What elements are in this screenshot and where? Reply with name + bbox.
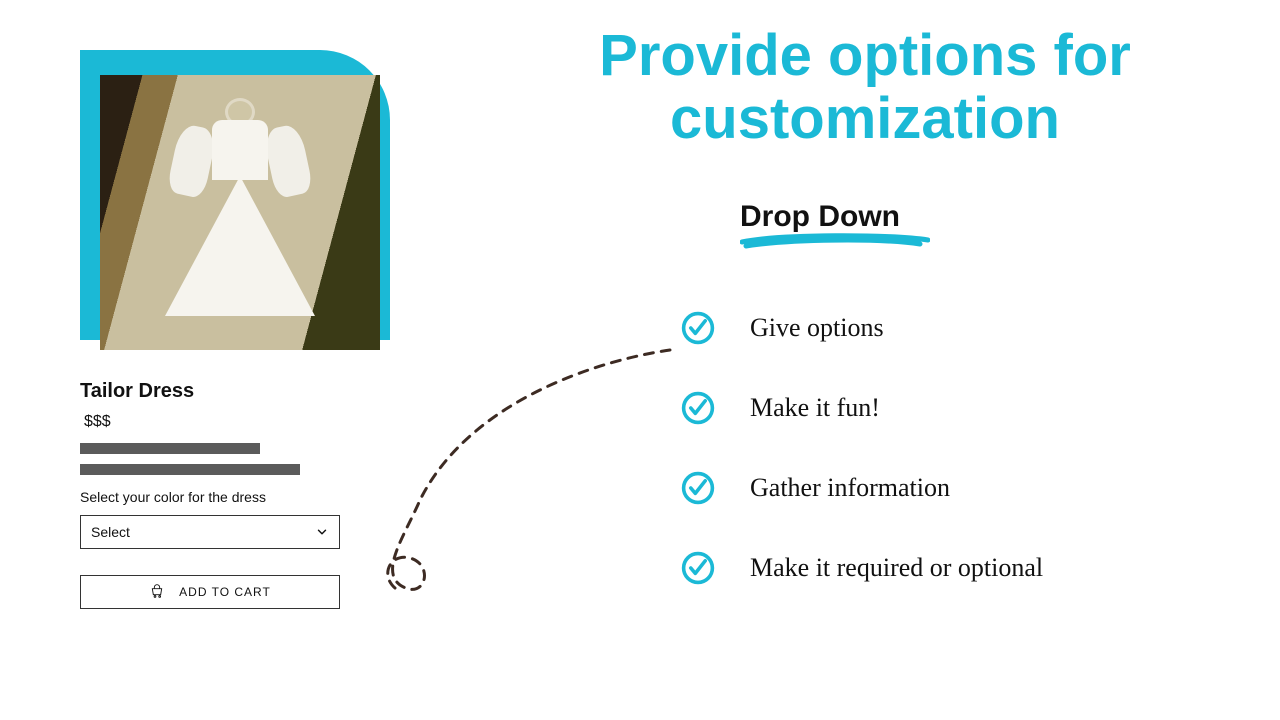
bullet-text: Give options	[750, 313, 884, 343]
check-circle-icon	[680, 550, 716, 586]
subheading-block: Drop Down	[740, 200, 930, 250]
bullet-text: Gather information	[750, 473, 950, 503]
add-to-cart-label: ADD TO CART	[179, 585, 271, 599]
chevron-down-icon	[315, 525, 329, 539]
subheading: Drop Down	[740, 200, 930, 234]
list-item: Give options	[680, 310, 1240, 346]
cart-icon	[149, 584, 165, 600]
product-title: Tailor Dress	[80, 380, 360, 403]
color-select[interactable]: Select	[80, 515, 340, 549]
dress-illustration	[165, 98, 315, 328]
select-placeholder: Select	[91, 524, 130, 540]
connector-arrow	[350, 340, 690, 620]
description-placeholder-line	[80, 443, 260, 454]
check-circle-icon	[680, 390, 716, 426]
product-price: $$$	[80, 413, 360, 431]
headline: Provide options for customization	[470, 25, 1260, 150]
product-image	[100, 75, 380, 350]
list-item: Gather information	[680, 470, 1240, 506]
check-circle-icon	[680, 310, 716, 346]
add-to-cart-button[interactable]: ADD TO CART	[80, 575, 340, 609]
description-placeholder-line	[80, 464, 300, 475]
list-item: Make it fun!	[680, 390, 1240, 426]
list-item: Make it required or optional	[680, 550, 1240, 586]
check-circle-icon	[680, 470, 716, 506]
bullet-list: Give options Make it fun! Gather informa…	[680, 310, 1240, 586]
bullet-text: Make it required or optional	[750, 553, 1043, 583]
bullet-text: Make it fun!	[750, 393, 880, 423]
underline-swoosh-icon	[740, 232, 930, 250]
option-label: Select your color for the dress	[80, 489, 360, 505]
